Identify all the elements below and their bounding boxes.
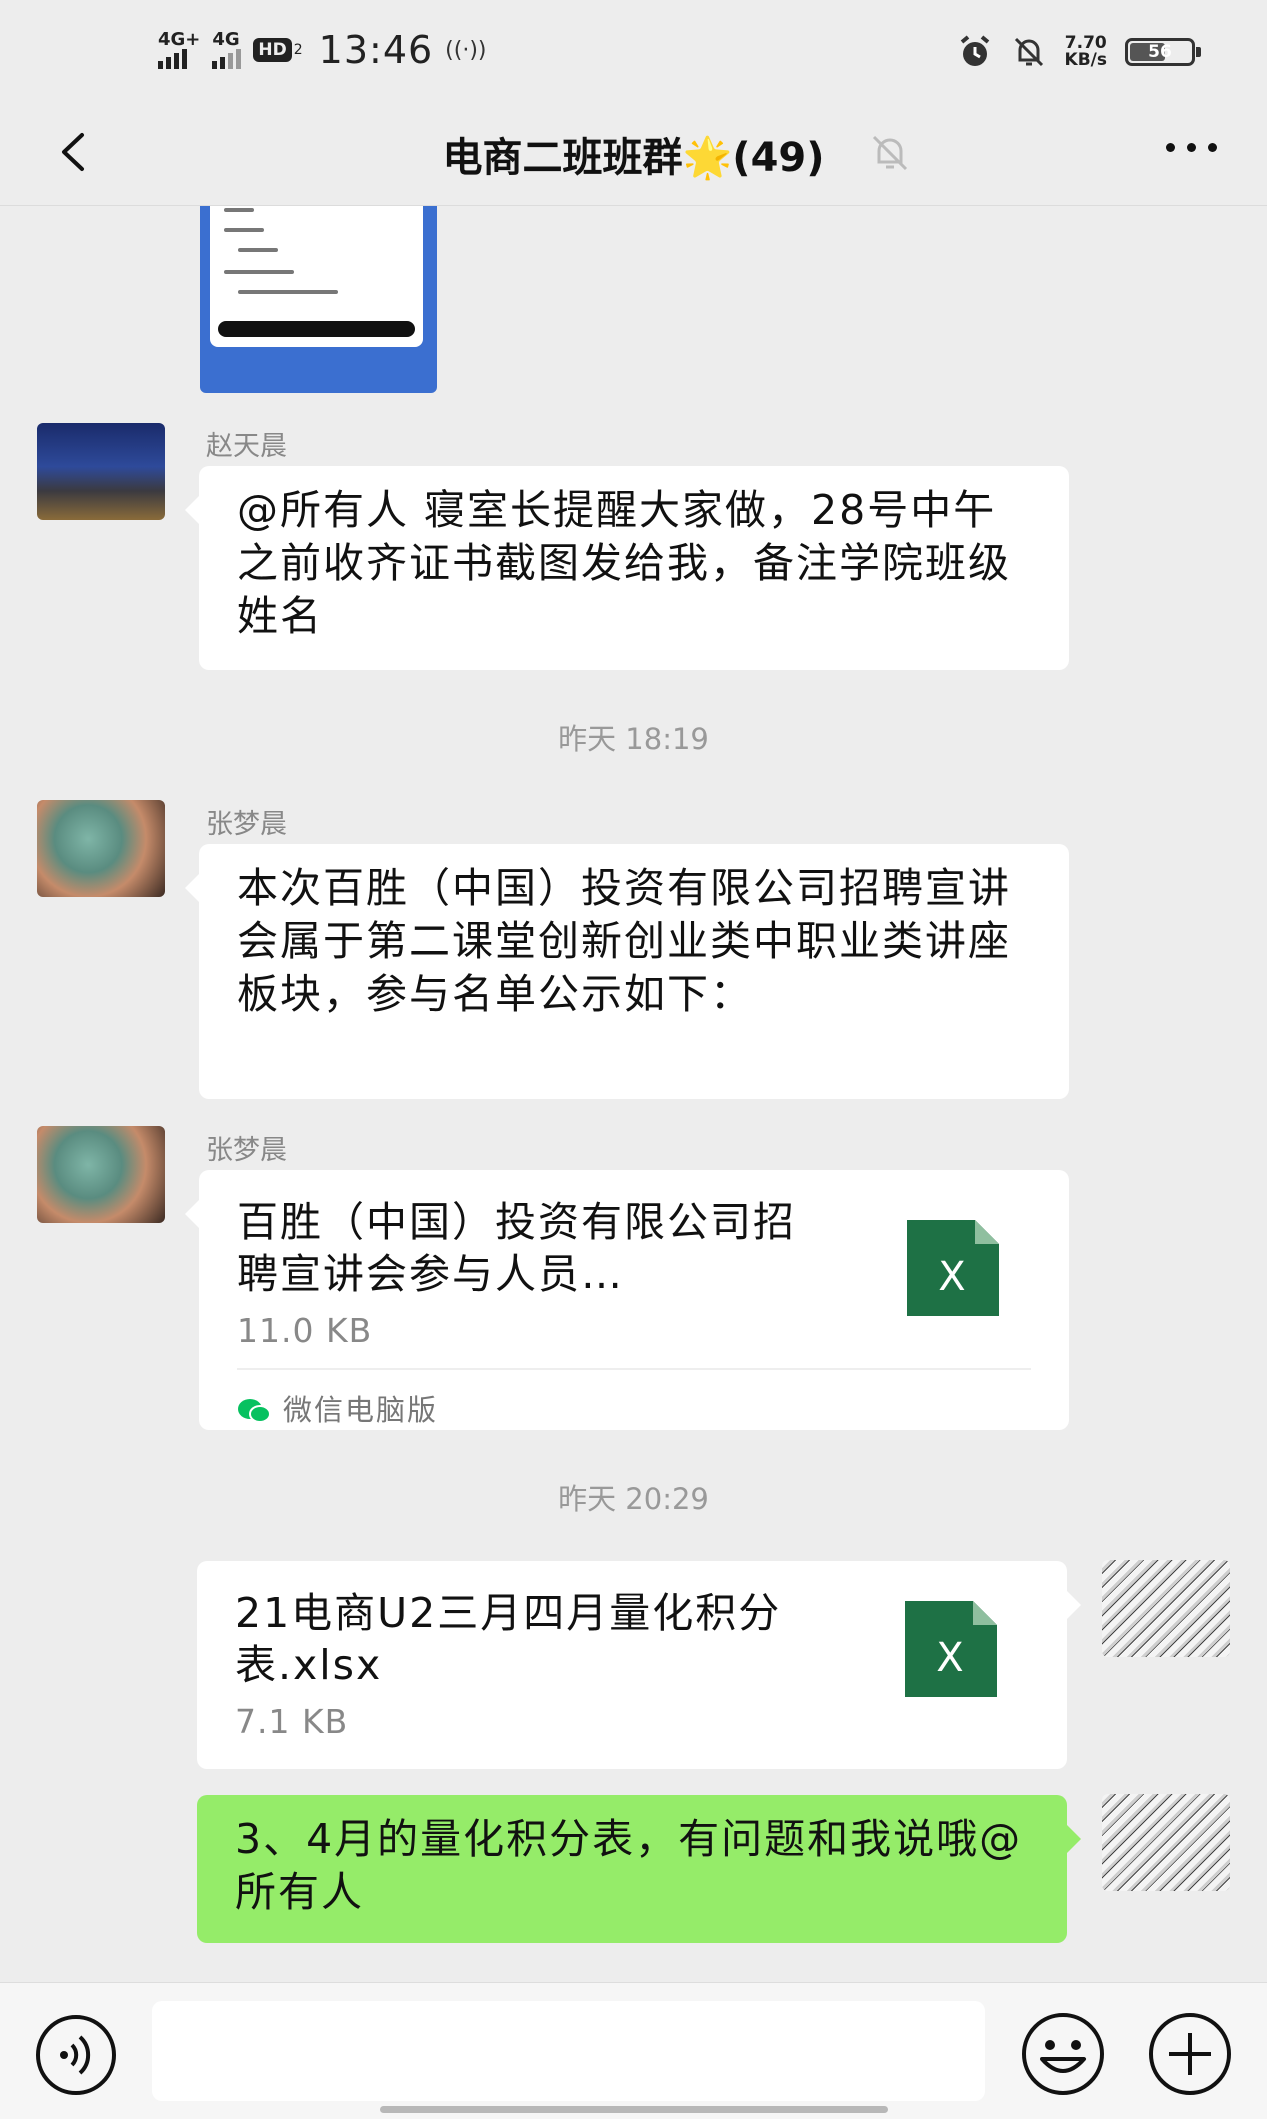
timestamp: 昨天 20:29	[558, 1482, 709, 1516]
text-message[interactable]: 3、4月的量化积分表，有问题和我说哦@所有人	[197, 1795, 1081, 1943]
svg-text:X: X	[938, 1254, 967, 1300]
mute-bell-icon	[1014, 37, 1043, 67]
avatar[interactable]	[37, 1126, 165, 1223]
status-time: 13:46	[318, 28, 434, 72]
timestamp: 昨天 18:19	[558, 722, 709, 756]
signal-bars-icon	[158, 49, 187, 69]
self-avatar[interactable]	[1102, 1560, 1230, 1657]
self-avatar[interactable]	[1102, 1794, 1230, 1891]
chat-title: 电商二班班群🌟(49)	[442, 135, 825, 181]
file-size: 7.1 KB	[235, 1702, 349, 1741]
input-bar	[0, 1982, 1267, 2119]
signal-2: 4G	[212, 29, 242, 69]
status-bar: 4G+ 4G HD 2 13:46 ((·)) 7.70 KB/s 56	[0, 0, 1267, 105]
avatar[interactable]	[37, 423, 165, 520]
image-thumbnail	[210, 206, 423, 347]
nfc-icon: ((·))	[445, 37, 487, 63]
add-more-icon[interactable]	[1147, 2011, 1233, 2097]
hd-voice-badge: HD	[253, 38, 292, 62]
chat-header: 电商二班班群🌟(49)	[0, 105, 1267, 206]
wechat-icon	[238, 1398, 271, 1423]
more-options-icon[interactable]	[1166, 143, 1217, 152]
file-message[interactable]: 21电商U2三月四月量化积分表.xlsx 7.1 KB X	[197, 1561, 1081, 1769]
file-name: 百胜（中国）投资有限公司招聘宣讲会参与人员…	[237, 1198, 796, 1298]
file-source: 微信电脑版	[237, 1368, 1031, 1437]
svg-text:X: X	[936, 1635, 965, 1681]
file-message[interactable]: 百胜（中国）投资有限公司招聘宣讲会参与人员… 11.0 KB X 微信电脑版	[185, 1170, 1069, 1430]
sender-name: 赵天晨	[206, 431, 287, 462]
alarm-icon	[960, 35, 989, 66]
image-message[interactable]	[200, 206, 437, 393]
excel-file-icon: X	[907, 1220, 999, 1316]
muted-notification-icon	[872, 135, 908, 171]
text-message[interactable]: @所有人 寝室长提醒大家做，28号中午之前收齐证书截图发给我，备注学院班级姓名	[185, 466, 1069, 670]
hd-sub: 2	[293, 42, 303, 58]
file-name: 21电商U2三月四月量化积分表.xlsx	[235, 1589, 782, 1689]
avatar[interactable]	[37, 800, 165, 897]
battery-icon: 56	[1125, 38, 1201, 66]
network-type-1: 4G+	[158, 29, 201, 50]
file-source-label: 微信电脑版	[283, 1393, 439, 1427]
signal-bars-icon	[212, 49, 242, 69]
text-message[interactable]: 本次百胜（中国）投资有限公司招聘宣讲会属于第二课堂创新创业类中职业类讲座板块，参…	[185, 844, 1069, 1099]
message-input[interactable]	[152, 2001, 985, 2101]
sender-name: 张梦晨	[206, 1135, 287, 1166]
message-list[interactable]: 赵天晨 @所有人 寝室长提醒大家做，28号中午之前收齐证书截图发给我，备注学院班…	[0, 206, 1267, 1982]
signal-1: 4G+	[158, 31, 200, 69]
voice-input-icon[interactable]	[34, 2013, 118, 2097]
network-type-2: 4G	[212, 29, 240, 50]
sender-name: 张梦晨	[206, 809, 287, 840]
emoji-icon[interactable]	[1020, 2011, 1106, 2097]
net-speed: 7.70 KB/s	[1064, 33, 1107, 70]
home-indicator[interactable]	[380, 2106, 888, 2113]
excel-file-icon: X	[905, 1601, 997, 1697]
